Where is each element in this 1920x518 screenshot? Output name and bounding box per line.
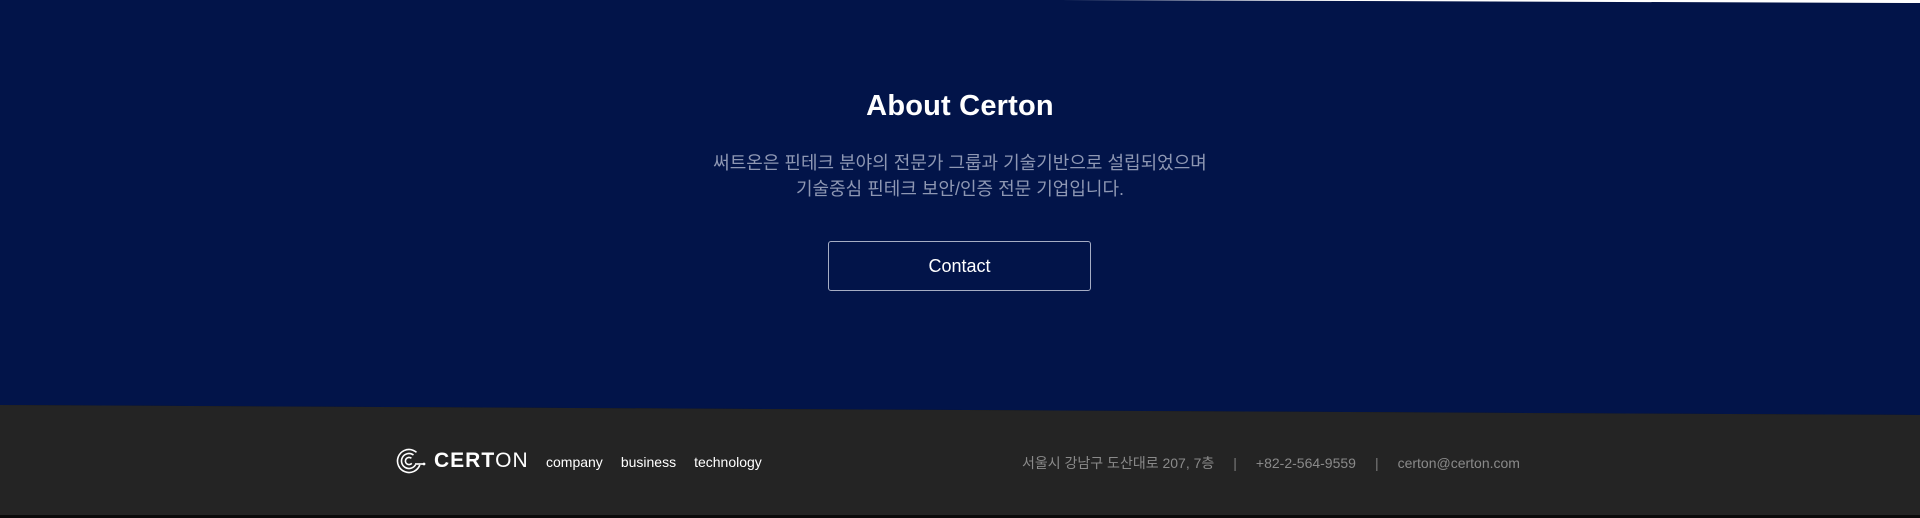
logo-wordmark: CERTON: [434, 449, 529, 472]
footer-nav-technology[interactable]: technology: [694, 452, 762, 472]
footer-email[interactable]: certon@certon.com: [1398, 453, 1520, 473]
about-title: About Certon: [866, 90, 1054, 122]
certon-logo-icon: [396, 448, 426, 474]
contact-button[interactable]: Contact: [828, 241, 1091, 291]
footer-address: 서울시 강남구 도산대로 207, 7층: [1022, 455, 1215, 471]
footer-contact-info: 서울시 강남구 도산대로 207, 7층 | +82-2-564-9559 | …: [1022, 453, 1520, 473]
certon-logo[interactable]: CERTON: [396, 447, 529, 475]
footer-nav-company[interactable]: company: [546, 452, 603, 472]
about-section: About Certon 써트온은 핀테크 분야의 전문가 그룹과 기술기반으로…: [0, 0, 1920, 415]
footer-separator: |: [1374, 455, 1379, 471]
footer-nav: company business technology: [546, 452, 762, 472]
footer: [0, 405, 1920, 518]
about-description-line-2: 기술중심 핀테크 보안/인증 전문 기업입니다.: [795, 179, 1125, 199]
footer-nav-business[interactable]: business: [621, 452, 676, 472]
footer-separator: |: [1233, 455, 1237, 471]
about-description-line-1: 써트온은 핀테크 분야의 전문가 그룹과 기술기반으로 설립되었으며: [713, 153, 1207, 173]
top-edge-divider: [1060, 0, 1920, 3]
footer-phone: +82-2-564-9559: [1255, 455, 1356, 471]
about-description: 써트온은 핀테크 분야의 전문가 그룹과 기술기반으로 설립되었으며 기술중심 …: [0, 150, 1920, 202]
